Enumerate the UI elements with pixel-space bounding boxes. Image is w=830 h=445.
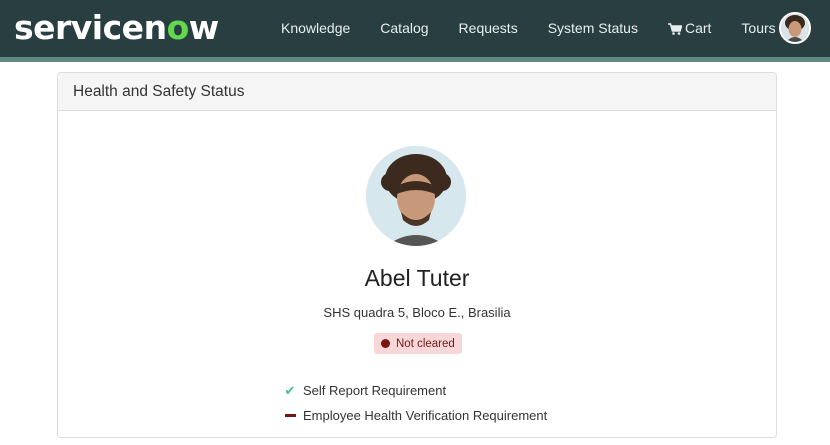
cart-icon — [667, 22, 682, 35]
requirement-item: ✔ Self Report Requirement — [284, 378, 547, 403]
status-badge: Not cleared — [374, 333, 462, 354]
requirement-label: Employee Health Verification Requirement — [303, 408, 548, 423]
person-address: SHS quadra 5, Bloco E., Brasilia — [323, 305, 511, 320]
logo-text-b: w — [188, 8, 220, 47]
check-icon: ✔ — [284, 382, 296, 398]
servicenow-logo[interactable]: servicenow — [14, 8, 219, 48]
requirements-list: ✔ Self Report Requirement Employee Healt… — [284, 378, 547, 428]
health-status-panel: Health and Safety Status Abel Tuter SHS … — [57, 72, 777, 438]
requirement-label: Self Report Requirement — [303, 383, 447, 398]
requirement-item: Employee Health Verification Requirement — [284, 403, 547, 428]
logo-text-o: o — [166, 8, 190, 47]
user-avatar[interactable] — [779, 12, 811, 44]
header-accent-line — [0, 57, 830, 62]
person-name: Abel Tuter — [364, 265, 470, 291]
dash-icon — [284, 414, 296, 417]
top-navbar: servicenow Knowledge Catalog Requests Sy… — [0, 0, 830, 57]
status-dot-icon — [381, 339, 390, 348]
nav-cart[interactable]: Cart — [653, 0, 726, 57]
nav-cart-label: Cart — [684, 20, 712, 36]
panel-title: Health and Safety Status — [58, 73, 776, 111]
main-nav: Knowledge Catalog Requests System Status… — [266, 0, 791, 57]
nav-system-status[interactable]: System Status — [533, 0, 653, 57]
profile-photo — [366, 146, 466, 246]
logo-text-a: servicen — [14, 8, 167, 47]
nav-knowledge[interactable]: Knowledge — [266, 0, 365, 57]
nav-requests[interactable]: Requests — [444, 0, 533, 57]
status-label: Not cleared — [396, 337, 455, 350]
nav-catalog[interactable]: Catalog — [365, 0, 443, 57]
avatar-image — [781, 14, 809, 42]
